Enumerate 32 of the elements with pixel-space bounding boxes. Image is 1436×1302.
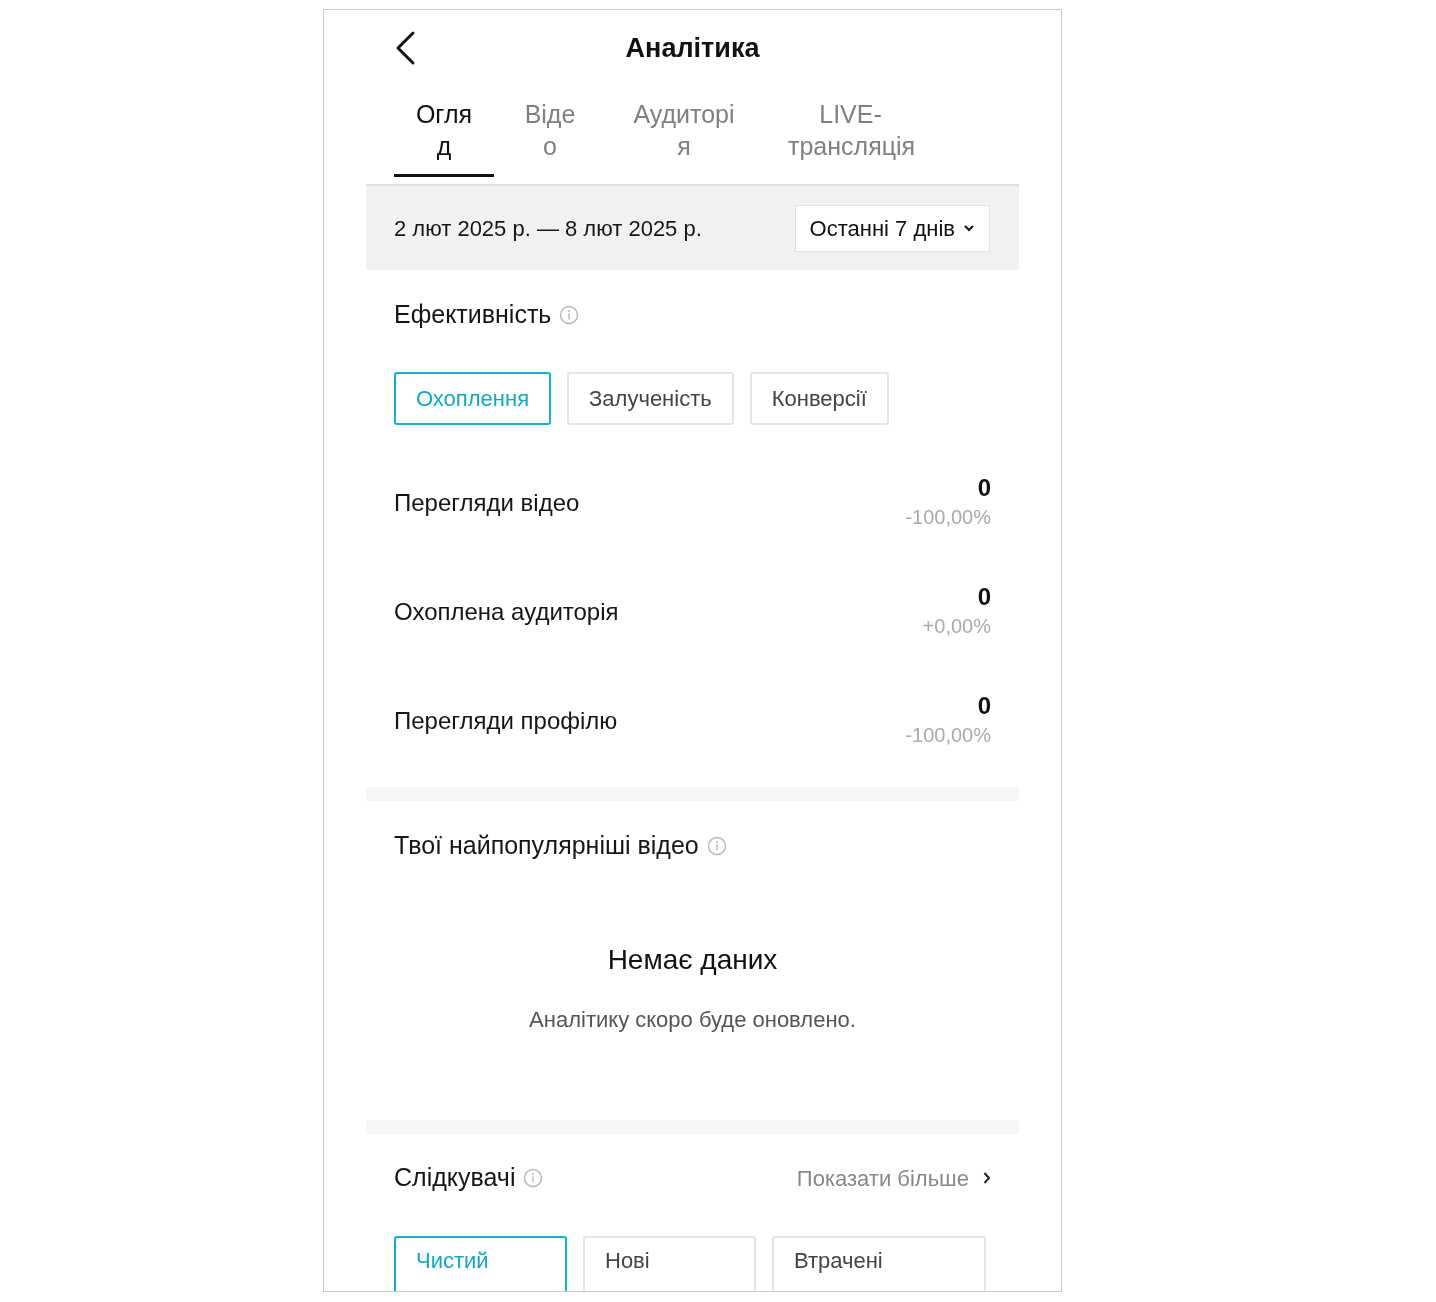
info-icon[interactable]	[559, 305, 580, 325]
empty-message: Аналітику скоро буде оновлено.	[529, 1006, 856, 1034]
tab[interactable]: Огляд	[394, 98, 494, 175]
section-title: Твої найпопулярніші відео	[394, 830, 699, 862]
date-range: 2 лют 2025 р. — 8 лют 2025 р.	[394, 214, 702, 243]
filter-tab[interactable]: Втрачені	[772, 1236, 986, 1291]
metric-label: Перегляди відео	[394, 487, 580, 518]
filter-tab[interactable]: Конверсії	[749, 372, 889, 425]
tab[interactable]: LIVE-трансляція	[768, 98, 933, 175]
tab[interactable]: Відео	[500, 98, 600, 175]
filter-tab[interactable]: Залученість	[567, 372, 734, 425]
section-title: Слідкувачі	[394, 1162, 516, 1194]
metric-value: 0	[977, 691, 991, 720]
chevron-right-icon	[983, 1171, 991, 1185]
period-dropdown[interactable]: Останні 7 днів	[794, 204, 990, 252]
info-icon[interactable]	[706, 836, 727, 856]
section-title: Ефективність	[394, 299, 552, 331]
info-icon[interactable]	[523, 1168, 544, 1188]
metric-label: Охоплена аудиторія	[394, 596, 619, 627]
show-more-link[interactable]: Показати більше	[796, 1161, 991, 1195]
metric-change: +0,00%	[922, 613, 991, 639]
metric-change: -100,00%	[905, 722, 991, 748]
metric-label: Перегляди профілю	[394, 705, 618, 736]
page-title: Аналітика	[625, 31, 760, 65]
metric-change: -100,00%	[905, 504, 991, 530]
metric-value: 0	[977, 582, 991, 611]
chevron-down-icon	[963, 224, 975, 232]
tab[interactable]: Аудиторія	[610, 98, 758, 175]
empty-title: Немає даних	[607, 943, 778, 977]
back-button[interactable]	[394, 30, 416, 66]
metric-value: 0	[977, 473, 991, 502]
filter-tab[interactable]: Нові	[583, 1236, 756, 1291]
